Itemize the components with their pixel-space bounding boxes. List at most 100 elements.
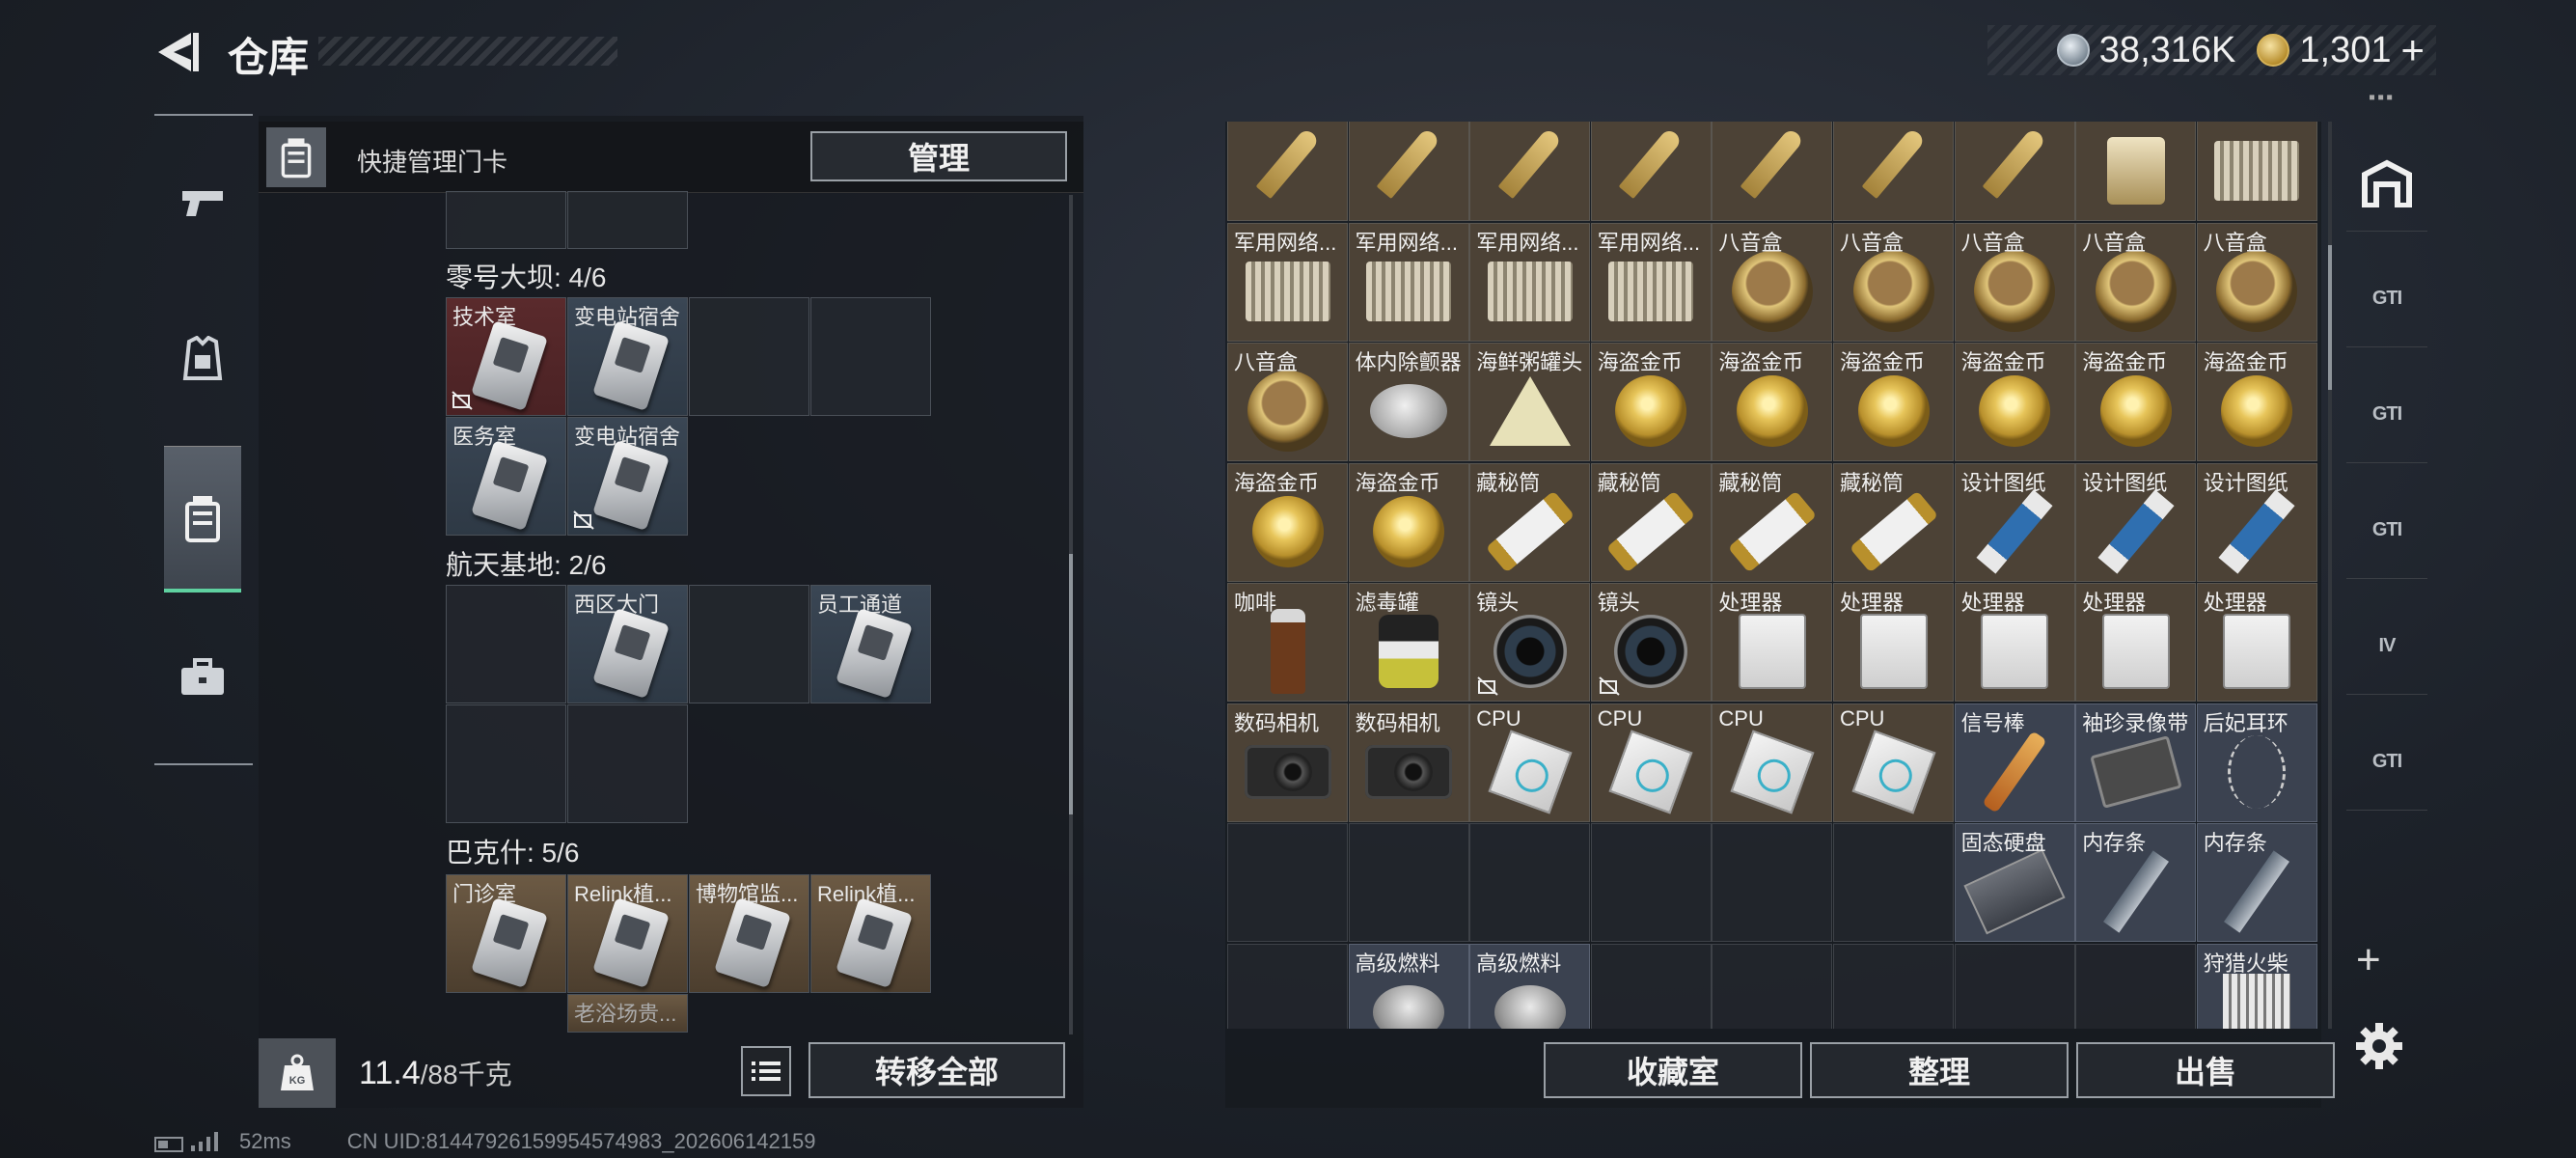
- back-arrow-icon[interactable]: [154, 29, 203, 75]
- add-currency-button[interactable]: +: [2400, 27, 2425, 73]
- stash-item[interactable]: 藏秘筒: [1590, 462, 1712, 582]
- stash-empty-cell[interactable]: [1712, 823, 1833, 942]
- stash-tab-3[interactable]: GTI: [2346, 367, 2427, 463]
- stash-item[interactable]: 处理器: [2075, 583, 2197, 702]
- stash-item[interactable]: 镜头: [1469, 583, 1591, 702]
- stash-item[interactable]: 军用网络...: [1348, 222, 1469, 342]
- stash-item[interactable]: 八音盒: [1712, 222, 1833, 342]
- stash-item[interactable]: 袖珍录像带: [2075, 703, 2197, 822]
- stash-item[interactable]: [1469, 122, 1591, 221]
- stash-empty-cell[interactable]: [1954, 943, 2075, 1029]
- stash-item[interactable]: [2196, 122, 2317, 221]
- list-view-button[interactable]: [741, 1046, 791, 1096]
- stash-tab-1[interactable]: [2346, 135, 2427, 232]
- stash-item[interactable]: 处理器: [2196, 583, 2317, 702]
- keycard-slot[interactable]: 博物馆监...: [689, 874, 809, 993]
- sort-button[interactable]: 整理: [1810, 1042, 2069, 1098]
- stash-item[interactable]: 军用网络...: [1469, 222, 1591, 342]
- stash-item[interactable]: 狩猎火柴: [2196, 943, 2317, 1029]
- keycard-scroll-thumb[interactable]: [1069, 554, 1073, 814]
- stash-item[interactable]: [1833, 122, 1954, 221]
- stash-empty-cell[interactable]: [1712, 943, 1833, 1029]
- stash-empty-cell[interactable]: [1348, 823, 1469, 942]
- keycard-slot[interactable]: 西区大门: [567, 585, 688, 703]
- stash-item[interactable]: [2075, 122, 2197, 221]
- stash-item[interactable]: 处理器: [1712, 583, 1833, 702]
- stash-tab-6[interactable]: GTI: [2346, 714, 2427, 811]
- keycard-slot[interactable]: 变电站宿舍: [567, 297, 688, 416]
- keycard-slot[interactable]: [567, 704, 688, 823]
- collection-room-button[interactable]: 收藏室: [1544, 1042, 1802, 1098]
- stash-empty-cell[interactable]: [1833, 823, 1954, 942]
- stash-item[interactable]: 高级燃料: [1348, 943, 1469, 1029]
- keycard-slot[interactable]: 员工通道: [810, 585, 931, 703]
- sell-button[interactable]: 出售: [2076, 1042, 2335, 1098]
- stash-item[interactable]: CPU: [1833, 703, 1954, 822]
- keycard-slot[interactable]: Relink植...: [567, 874, 688, 993]
- transfer-all-button[interactable]: 转移全部: [808, 1042, 1065, 1098]
- stash-item[interactable]: 设计图纸: [2075, 462, 2197, 582]
- stash-empty-cell[interactable]: [1227, 823, 1348, 942]
- nav-cases[interactable]: [164, 604, 241, 751]
- keycard-slot[interactable]: 老浴场贵...: [567, 994, 688, 1033]
- stash-item[interactable]: 后妃耳环: [2196, 703, 2317, 822]
- stash-item[interactable]: 海盗金币: [1227, 462, 1348, 582]
- stash-item[interactable]: 海盗金币: [1348, 462, 1469, 582]
- keycard-slot[interactable]: 技术室: [446, 297, 566, 416]
- stash-item[interactable]: [1227, 122, 1348, 221]
- stash-item[interactable]: 海盗金币: [2196, 343, 2317, 461]
- stash-item[interactable]: 藏秘筒: [1712, 462, 1833, 582]
- gear-icon[interactable]: [2354, 1021, 2404, 1071]
- stash-item[interactable]: 处理器: [1954, 583, 2075, 702]
- stash-item[interactable]: 设计图纸: [2196, 462, 2317, 582]
- keycard-slot[interactable]: 变电站宿舍: [567, 417, 688, 536]
- stash-item[interactable]: 海盗金币: [1590, 343, 1712, 461]
- stash-item[interactable]: 军用网络...: [1590, 222, 1712, 342]
- stash-item[interactable]: 滤毒罐: [1348, 583, 1469, 702]
- stash-item[interactable]: 数码相机: [1227, 703, 1348, 822]
- keycard-slot[interactable]: 门诊室: [446, 874, 566, 993]
- stash-item[interactable]: 军用网络...: [1227, 222, 1348, 342]
- stash-item[interactable]: 固态硬盘: [1954, 823, 2075, 942]
- stash-item[interactable]: 设计图纸: [1954, 462, 2075, 582]
- stash-empty-cell[interactable]: [2075, 943, 2197, 1029]
- stash-empty-cell[interactable]: [1227, 943, 1348, 1029]
- stash-tab-4[interactable]: GTI: [2346, 482, 2427, 579]
- stash-item[interactable]: 海盗金币: [1954, 343, 2075, 461]
- stash-item[interactable]: CPU: [1712, 703, 1833, 822]
- stash-item[interactable]: [1712, 122, 1833, 221]
- stash-item[interactable]: [1348, 122, 1469, 221]
- stash-item[interactable]: 八音盒: [1833, 222, 1954, 342]
- stash-item[interactable]: 海盗金币: [2075, 343, 2197, 461]
- keycard-slot[interactable]: [567, 191, 688, 249]
- stash-empty-cell[interactable]: [1469, 823, 1591, 942]
- keycard-slot[interactable]: [446, 704, 566, 823]
- stash-item[interactable]: [1954, 122, 2075, 221]
- stash-item[interactable]: 藏秘筒: [1833, 462, 1954, 582]
- nav-armor[interactable]: [164, 286, 241, 432]
- keycard-slot[interactable]: 医务室: [446, 417, 566, 536]
- manage-button[interactable]: 管理: [810, 131, 1067, 181]
- keycard-slot[interactable]: [689, 297, 809, 416]
- keycard-slot[interactable]: Relink植...: [810, 874, 931, 993]
- stash-tab-5[interactable]: IV: [2346, 598, 2427, 695]
- stash-item[interactable]: 咖啡: [1227, 583, 1348, 702]
- stash-item[interactable]: 数码相机: [1348, 703, 1469, 822]
- stash-item[interactable]: 内存条: [2075, 823, 2197, 942]
- stash-item[interactable]: 处理器: [1833, 583, 1954, 702]
- stash-item[interactable]: 八音盒: [1954, 222, 2075, 342]
- add-tab-button[interactable]: +: [2356, 936, 2381, 984]
- keycard-slot[interactable]: [446, 191, 566, 249]
- stash-item[interactable]: 八音盒: [2196, 222, 2317, 342]
- stash-item[interactable]: 藏秘筒: [1469, 462, 1591, 582]
- keycard-slot[interactable]: [810, 297, 931, 416]
- stash-item[interactable]: CPU: [1469, 703, 1591, 822]
- stash-item[interactable]: 内存条: [2196, 823, 2317, 942]
- stash-item[interactable]: 八音盒: [2075, 222, 2197, 342]
- stash-item[interactable]: 高级燃料: [1469, 943, 1591, 1029]
- stash-item[interactable]: 镜头: [1590, 583, 1712, 702]
- keycard-slot[interactable]: [446, 585, 566, 703]
- stash-item[interactable]: 体内除颤器: [1348, 343, 1469, 461]
- stash-empty-cell[interactable]: [1833, 943, 1954, 1029]
- nav-weapons[interactable]: [164, 129, 241, 276]
